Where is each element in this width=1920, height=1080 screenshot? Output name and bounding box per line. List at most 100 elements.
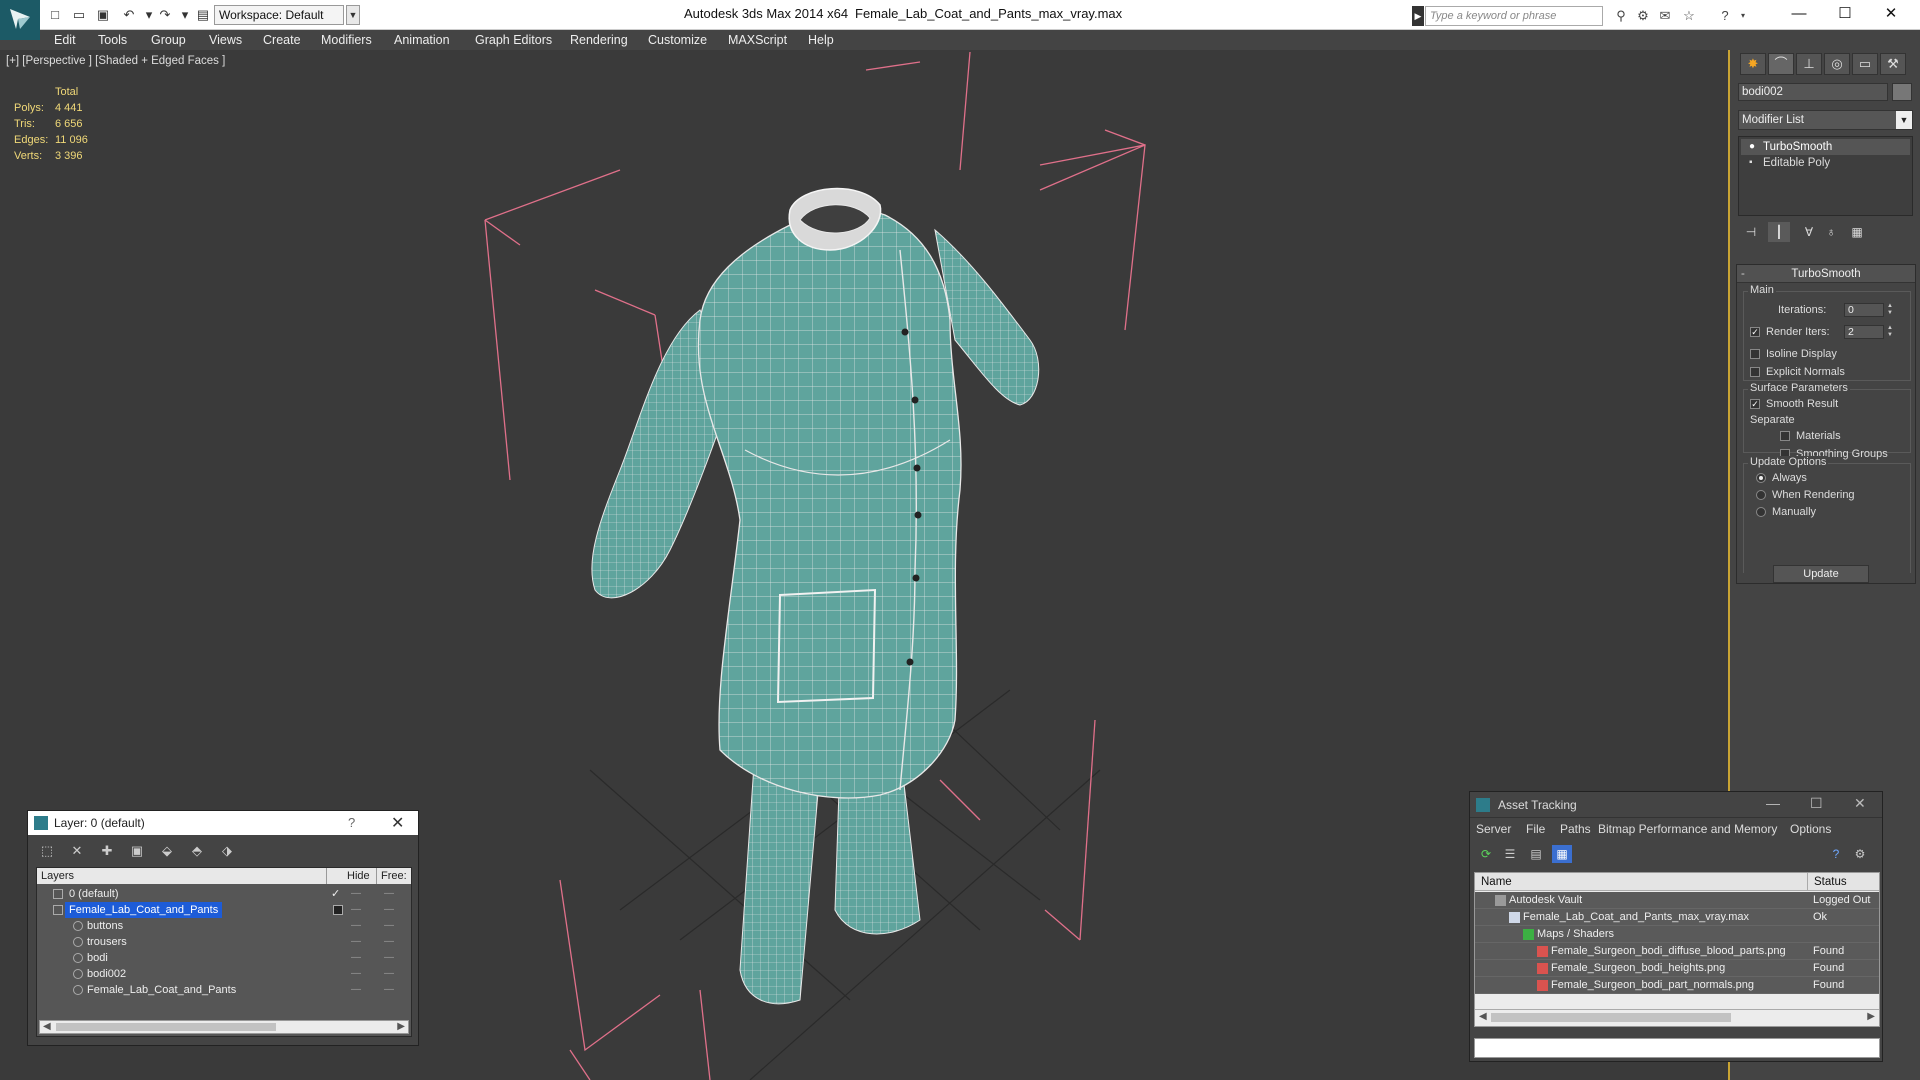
set-current-checkbox[interactable]	[333, 905, 343, 915]
menu-options[interactable]: Options	[1790, 822, 1831, 836]
workspace-dropdown-arrow-icon[interactable]: ▼	[346, 5, 360, 25]
materials-row[interactable]: Materials	[1780, 428, 1841, 444]
pin-stack-icon[interactable]: ⊣	[1740, 222, 1762, 242]
project-folder-icon[interactable]: ▤	[194, 7, 212, 23]
dialog-title-bar[interactable]: Asset Tracking — ☐ ✕	[1470, 792, 1882, 818]
freeze-toggle[interactable]: —	[384, 886, 398, 902]
favorites-star-icon[interactable]: ☆	[1680, 8, 1698, 24]
help-icon[interactable]: ?	[1826, 845, 1846, 863]
open-file-icon[interactable]: ▭	[70, 7, 88, 23]
stack-item-editable-poly[interactable]: ▪ Editable Poly	[1741, 155, 1910, 171]
asset-row[interactable]: Autodesk Vault Logged Out	[1475, 892, 1879, 909]
minimize-icon[interactable]: —	[1766, 795, 1780, 811]
app-logo-icon[interactable]	[0, 0, 40, 40]
list-view-icon[interactable]: ☰	[1500, 845, 1520, 863]
show-end-result-icon[interactable]: ┃	[1768, 222, 1790, 242]
freeze-toggle[interactable]: —	[384, 982, 398, 998]
spinner-arrows-icon[interactable]: ▲ ▼	[1886, 325, 1894, 339]
scrollbar-thumb[interactable]	[1491, 1013, 1731, 1022]
close-icon[interactable]: ✕	[1854, 795, 1866, 812]
motion-tab-icon[interactable]: ◎	[1824, 53, 1850, 75]
hide-toggle[interactable]: —	[351, 982, 365, 998]
create-tab-icon[interactable]: ✸	[1740, 53, 1766, 75]
close-window-button[interactable]: ✕	[1868, 0, 1914, 30]
freeze-toggle[interactable]: —	[384, 934, 398, 950]
horizontal-scrollbar[interactable]: ◀ ▶	[1475, 1009, 1879, 1025]
hide-toggle[interactable]: —	[351, 902, 365, 918]
isoline-display-row[interactable]: Isoline Display	[1750, 346, 1837, 362]
help-icon[interactable]: ?	[1716, 8, 1734, 24]
when-rendering-radio[interactable]	[1756, 490, 1766, 501]
freeze-toggle[interactable]: —	[384, 950, 398, 966]
help-button[interactable]: ?	[348, 815, 355, 830]
scrollbar-thumb[interactable]	[56, 1023, 276, 1031]
menu-file[interactable]: File	[1526, 822, 1545, 836]
undo-icon[interactable]: ↶	[120, 7, 138, 23]
layer-row[interactable]: bodi002 — —	[37, 966, 411, 982]
hide-toggle[interactable]: —	[351, 950, 365, 966]
freeze-toggle[interactable]: —	[384, 918, 398, 934]
hide-unhide-layers-icon[interactable]: ⬗	[216, 842, 238, 860]
scroll-left-icon[interactable]: ◀	[43, 1021, 51, 1033]
thumbnail-view-icon[interactable]: ▤	[1526, 845, 1546, 863]
communication-center-icon[interactable]: ✉	[1656, 8, 1674, 24]
subscription-icon[interactable]: ⚙	[1634, 8, 1652, 24]
modify-tab-icon[interactable]: ⌒	[1768, 53, 1794, 75]
expand-plus-icon[interactable]: ▪	[1749, 157, 1759, 169]
render-iters-row[interactable]: ✓ Render Iters:	[1750, 324, 1830, 340]
column-header-freeze[interactable]: Free:	[377, 868, 413, 884]
materials-checkbox[interactable]	[1780, 431, 1790, 442]
layer-row[interactable]: 0 (default) ✓ — —	[37, 886, 411, 902]
maximize-icon[interactable]: ☐	[1810, 795, 1823, 812]
table-view-icon[interactable]: ▦	[1552, 845, 1572, 863]
menu-create[interactable]: Create	[263, 33, 301, 47]
scroll-right-icon[interactable]: ▶	[1867, 1011, 1875, 1022]
smooth-result-row[interactable]: ✓ Smooth Result	[1750, 396, 1838, 412]
spinner-arrows-icon[interactable]: ▲ ▼	[1886, 303, 1894, 317]
always-radio-row[interactable]: Always	[1756, 470, 1807, 486]
update-button[interactable]: Update	[1773, 565, 1869, 583]
search-input[interactable]: Type a keyword or phrase	[1425, 6, 1603, 26]
lightbulb-icon[interactable]: ●	[1749, 141, 1759, 153]
help-dropdown-icon[interactable]: ▾	[1734, 8, 1752, 24]
layer-row[interactable]: bodi — —	[37, 950, 411, 966]
menu-graph-editors[interactable]: Graph Editors	[475, 33, 552, 47]
iterations-spinner[interactable]: 0	[1844, 303, 1884, 317]
asset-row[interactable]: Female_Lab_Coat_and_Pants_max_vray.max O…	[1475, 909, 1879, 926]
asset-row[interactable]: Maps / Shaders	[1475, 926, 1879, 943]
hide-toggle[interactable]: —	[351, 934, 365, 950]
menu-group[interactable]: Group	[151, 33, 186, 47]
modifier-list-dropdown[interactable]: Modifier List ▼	[1738, 110, 1913, 130]
hide-toggle[interactable]: —	[351, 966, 365, 982]
explicit-normals-checkbox[interactable]	[1750, 367, 1760, 378]
delete-layer-icon[interactable]: ✕	[66, 842, 88, 860]
column-header-name[interactable]: Name	[1475, 873, 1808, 891]
redo-dropdown-icon[interactable]: ▾	[176, 7, 194, 23]
menu-animation[interactable]: Animation	[394, 33, 450, 47]
menu-bitmap-performance[interactable]: Bitmap Performance and Memory	[1598, 822, 1777, 836]
manually-radio-row[interactable]: Manually	[1756, 504, 1816, 520]
viewport-label[interactable]: [+] [Perspective ] [Shaded + Edged Faces…	[6, 55, 225, 67]
menu-help[interactable]: Help	[808, 33, 834, 47]
settings-gear-icon[interactable]: ⚙	[1850, 845, 1870, 863]
new-file-icon[interactable]: □	[46, 7, 64, 23]
freeze-toggle[interactable]: —	[384, 902, 398, 918]
workspace-dropdown[interactable]: Workspace: Default	[214, 5, 344, 25]
menu-maxscript[interactable]: MAXScript	[728, 33, 787, 47]
explicit-normals-row[interactable]: Explicit Normals	[1750, 364, 1845, 380]
select-objects-icon[interactable]: ▣	[126, 842, 148, 860]
collapse-icon[interactable]: -	[1741, 265, 1745, 283]
rollout-header[interactable]: - TurboSmooth	[1737, 265, 1915, 283]
menu-customize[interactable]: Customize	[648, 33, 707, 47]
scroll-right-icon[interactable]: ▶	[397, 1021, 405, 1033]
set-current-layer-icon[interactable]: ⬘	[186, 842, 208, 860]
render-iters-spinner[interactable]: 2	[1844, 325, 1884, 339]
object-color-swatch[interactable]	[1892, 83, 1912, 101]
manually-radio[interactable]	[1756, 507, 1766, 518]
layer-row[interactable]: buttons — —	[37, 918, 411, 934]
isoline-display-checkbox[interactable]	[1750, 349, 1760, 360]
refresh-icon[interactable]: ⟳	[1476, 845, 1496, 863]
object-name-field[interactable]: bodi002	[1738, 83, 1888, 101]
asset-row[interactable]: Female_Surgeon_bodi_part_normals.png Fou…	[1475, 977, 1879, 994]
layer-row[interactable]: Female_Lab_Coat_and_Pants — —	[37, 982, 411, 998]
